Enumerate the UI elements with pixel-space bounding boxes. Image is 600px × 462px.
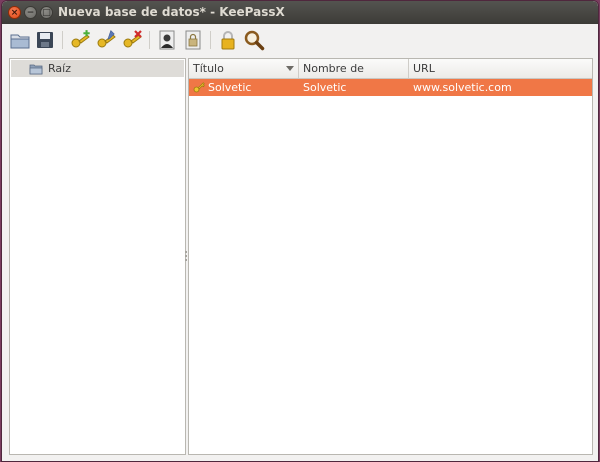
save-database-button[interactable] [33,28,57,52]
delete-entry-icon [123,30,142,48]
copy-username-icon [159,30,175,50]
cell-title: Solvetic [189,79,303,96]
add-entry-icon [71,30,90,48]
table-row[interactable]: Solvetic Solvetic www.solvetic.com [189,79,592,96]
close-window-button[interactable]: × [8,6,21,19]
cell-username: Solvetic [303,81,347,94]
column-header-url[interactable]: URL [409,59,592,78]
minimize-window-button[interactable]: − [24,6,37,19]
toolbar-separator [210,31,211,49]
folder-icon [29,64,43,74]
new-database-button[interactable] [8,28,32,52]
maximize-window-button[interactable]: □ [40,6,53,19]
copy-password-icon [185,30,201,50]
table-header: Título Nombre de usuario: URL [189,59,592,94]
search-button[interactable] [242,28,266,52]
lock-database-button[interactable] [216,28,240,52]
new-database-icon [10,34,30,49]
sort-descending-icon [286,66,294,71]
toolbar-separator [62,31,63,49]
keepassx-window: × − □ Nueva base de datos* - KeePassX Ra… [2,1,598,461]
lock-database-icon [221,31,235,50]
delete-entry-button[interactable] [120,28,144,52]
column-header-username[interactable]: Nombre de usuario: [299,59,409,94]
save-database-icon [37,32,53,48]
key-icon [193,82,205,93]
copy-password-button[interactable] [181,28,205,52]
group-tree[interactable]: Raíz [9,58,186,455]
search-icon [244,30,265,51]
copy-username-button[interactable] [155,28,179,52]
tree-item-root[interactable]: Raíz [11,60,184,77]
toolbar [2,24,598,56]
add-entry-button[interactable] [68,28,92,52]
edit-entry-icon [97,29,116,48]
entry-list[interactable]: Título Nombre de usuario: URL Solvetic S… [188,58,593,455]
edit-entry-button[interactable] [94,28,118,52]
cell-url: www.solvetic.com [413,81,512,94]
toolbar-separator [149,31,150,49]
title-bar[interactable]: × − □ Nueva base de datos* - KeePassX [2,1,598,24]
window-title: Nueva base de datos* - KeePassX [58,5,285,19]
tree-item-label: Raíz [48,62,71,75]
column-header-title[interactable]: Título [189,59,299,78]
